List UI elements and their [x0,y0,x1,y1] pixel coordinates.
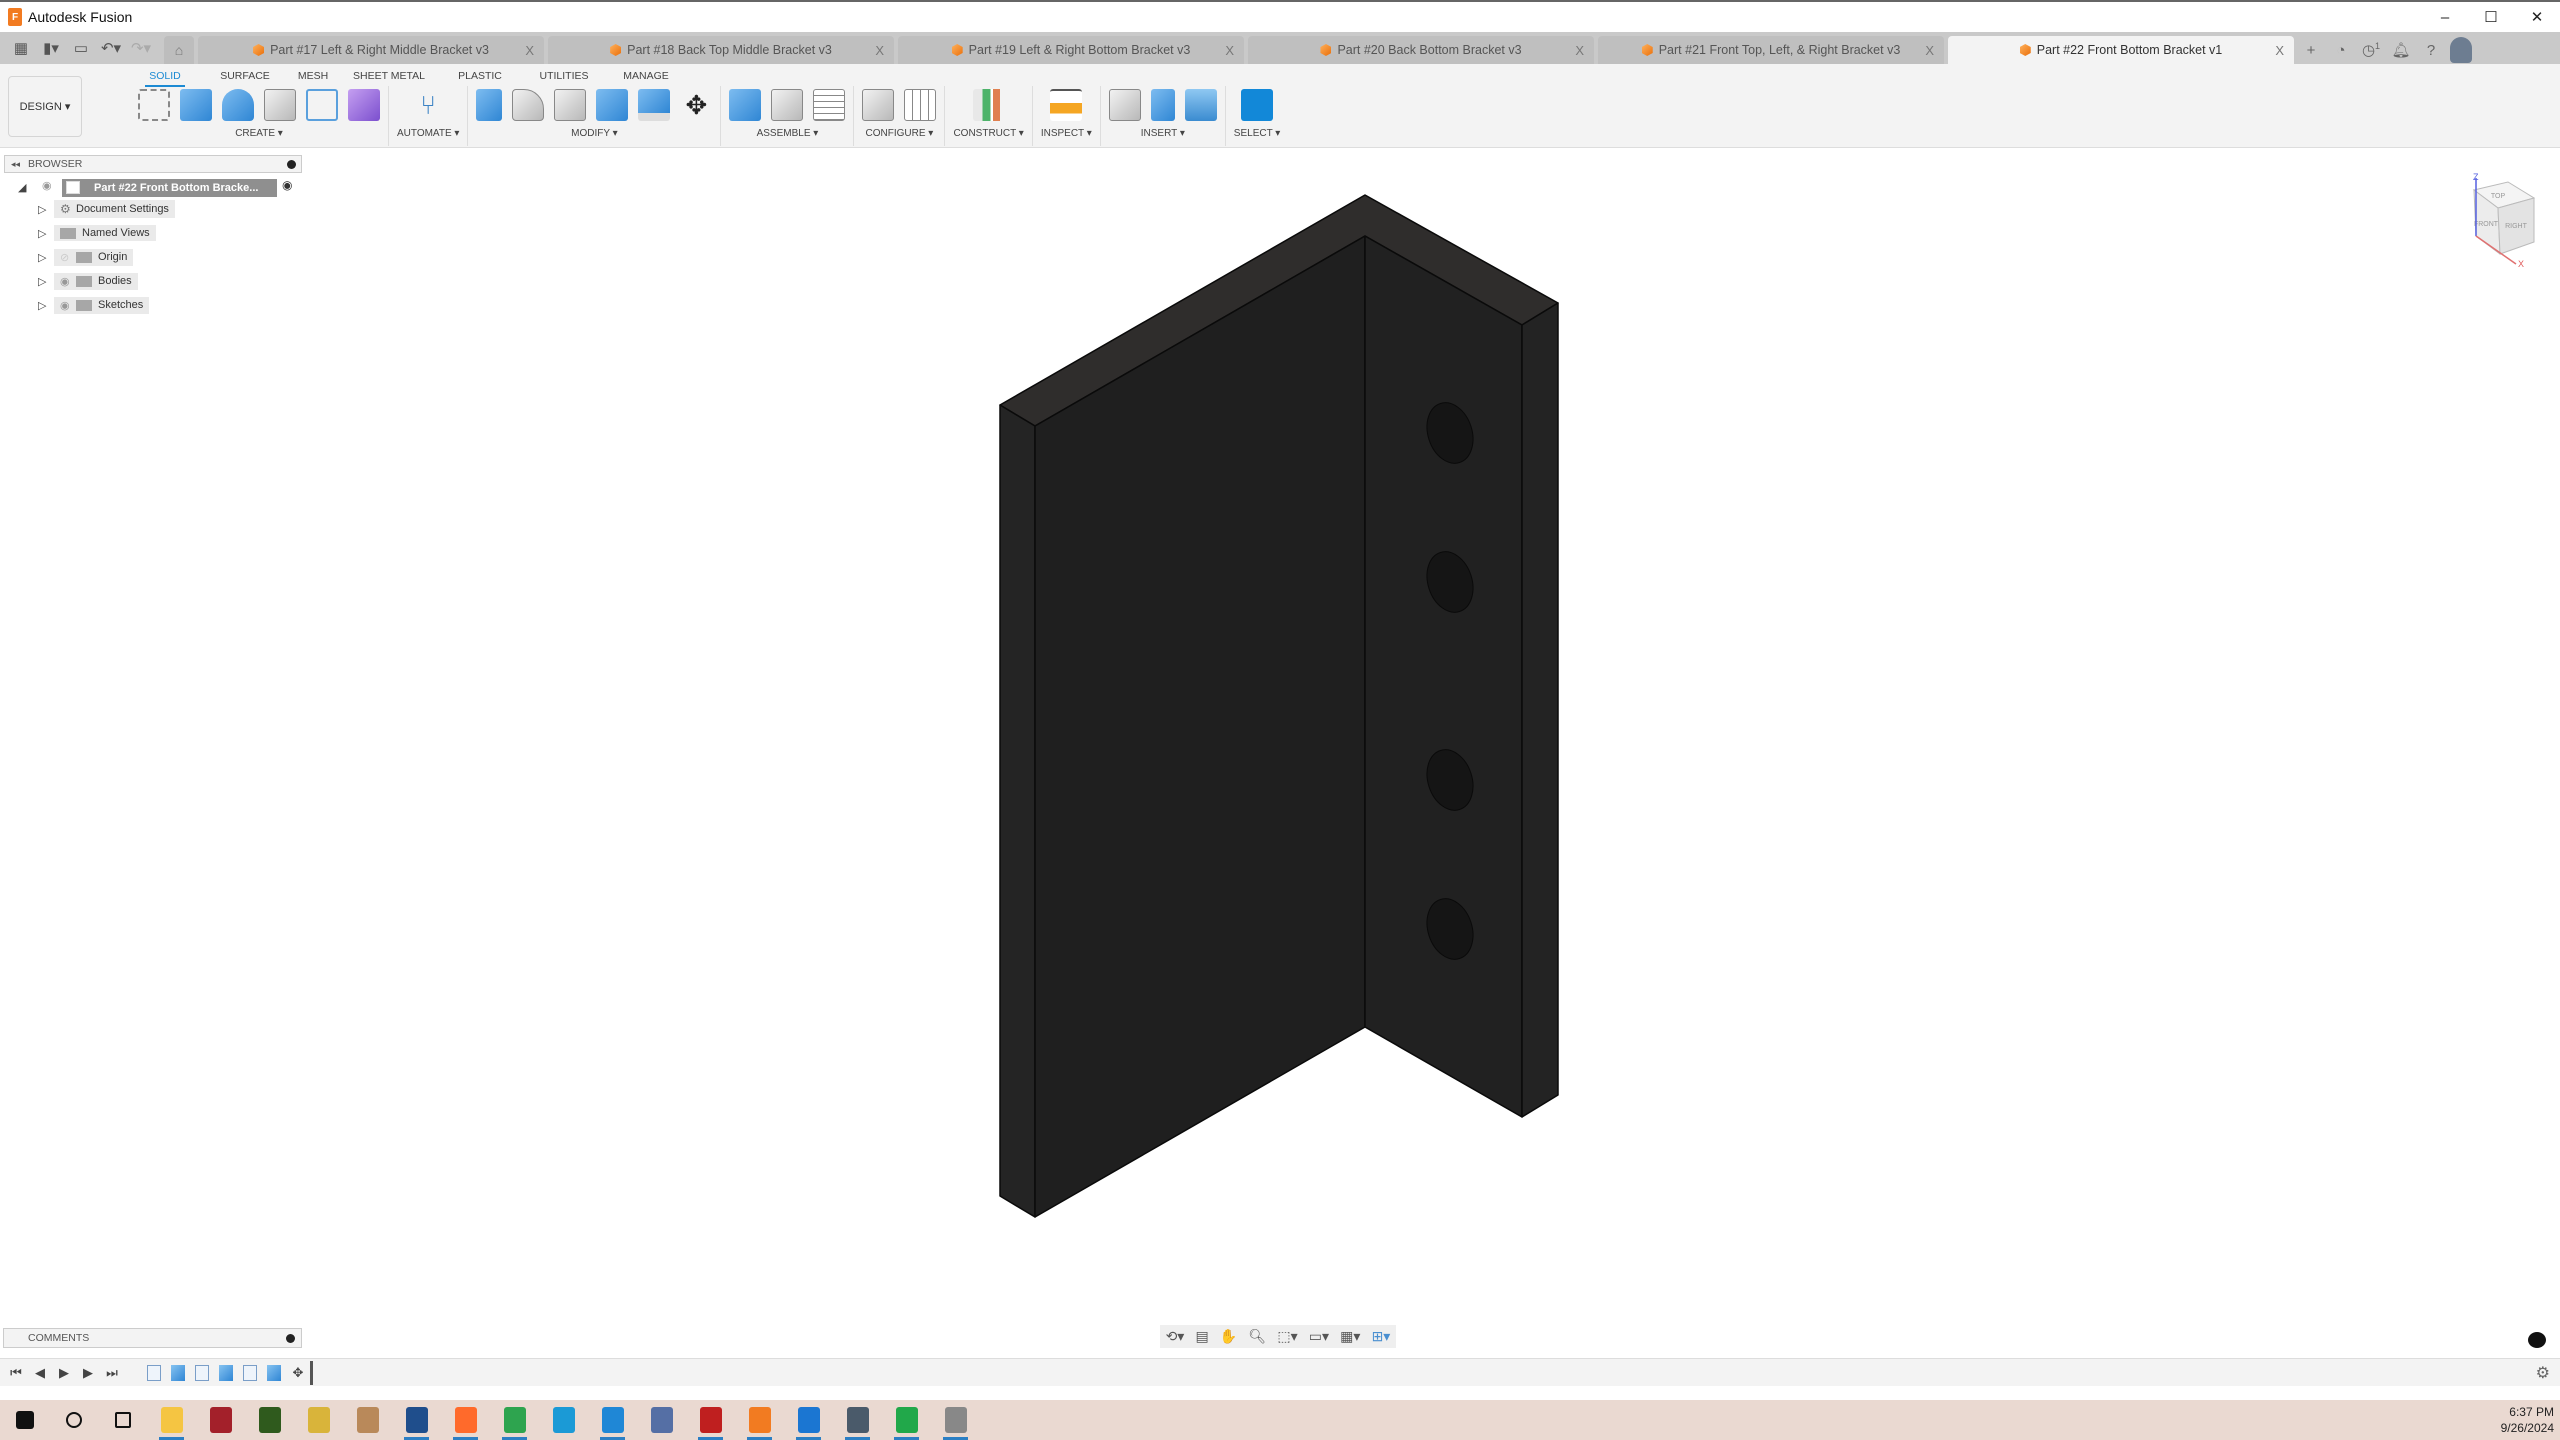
spreadsheet-icon [895,1407,918,1433]
app-c-icon [797,1407,820,1433]
taskbar-app-c[interactable] [784,1400,833,1440]
taskbar-task-view[interactable] [98,1400,147,1440]
system-clock[interactable]: 6:37 PM 9/26/2024 [2501,1404,2554,1436]
taskbar-edge[interactable] [539,1400,588,1440]
task-view-icon [114,1412,131,1428]
taskbar-app-ss[interactable] [245,1400,294,1440]
chat-icon[interactable] [2528,1332,2546,1348]
everything-search-icon [209,1407,232,1433]
timeline-sketch-feature[interactable] [195,1364,209,1381]
taskbar-fusion[interactable] [735,1400,784,1440]
windows-taskbar: 6:37 PM 9/26/2024 [0,1400,2560,1440]
taskbar-vscode[interactable] [588,1400,637,1440]
app-ss-icon [258,1407,281,1433]
fit-icon[interactable]: ⬚▾ [1277,1328,1297,1345]
pan-icon[interactable]: ✋ [1220,1328,1237,1345]
timeline-next-icon[interactable]: ▶ [76,1365,100,1381]
display-settings-icon[interactable]: ▭▾ [1309,1328,1329,1345]
chrome-icon [503,1407,526,1433]
file-explorer-icon [160,1407,183,1433]
taskbar-gimp[interactable] [931,1400,980,1440]
taskbar-calculator[interactable] [833,1400,882,1440]
start-icon [15,1411,34,1429]
timeline-extrude-feature[interactable] [267,1364,281,1381]
gimp-icon [944,1407,967,1433]
taskbar-virtualbox[interactable] [392,1400,441,1440]
vscode-icon [601,1407,624,1433]
comments-panel[interactable]: COMMENTS [3,1328,302,1348]
timeline-sketch-feature[interactable] [147,1364,161,1381]
timeline: ⏮ ◀ ▶ ▶ ⏭ ✥ ⚙ [0,1358,2560,1386]
bracket-model[interactable] [999,194,1559,1218]
search-icon [65,1412,82,1428]
edge-icon [552,1407,575,1433]
clock-time: 6:37 PM [2509,1405,2554,1419]
calculator-icon [846,1407,869,1433]
bracket-side-face [1364,235,1523,1118]
putty-icon [650,1407,673,1433]
viewcube-right-label: RIGHT [2505,223,2528,230]
app-ruler-icon [356,1407,379,1433]
timeline-sketch-feature[interactable] [243,1364,257,1381]
taskbar-everything-search[interactable] [196,1400,245,1440]
timeline-previous-icon[interactable]: ◀ [28,1365,52,1381]
orbit-icon[interactable]: ⟲▾ [1166,1328,1185,1345]
x-axis-label: X [2518,259,2524,268]
look-at-icon[interactable]: ▤ [1195,1328,1208,1345]
firefox-icon [454,1407,477,1433]
bracket-left-edge-face [999,404,1036,1218]
add-comment-icon[interactable] [286,1333,295,1343]
taskbar-chrome[interactable] [490,1400,539,1440]
timeline-settings-gear-icon[interactable]: ⚙ [2536,1363,2550,1383]
clock-date: 9/26/2024 [2500,1421,2554,1435]
taskbar-search[interactable] [49,1400,98,1440]
timeline-last-icon[interactable]: ⏭ [100,1365,124,1381]
grid-icon[interactable]: ▦▾ [1340,1328,1360,1345]
timeline-extrude-feature[interactable] [171,1364,185,1381]
timeline-move-feature[interactable]: ✥ [286,1365,310,1381]
taskbar-app-pen[interactable] [294,1400,343,1440]
viewports-icon[interactable]: ⊞▾ [1372,1328,1391,1345]
taskbar-putty[interactable] [637,1400,686,1440]
timeline-extrude-feature[interactable] [219,1364,233,1381]
viewcube-front-label: FRONT [2474,221,2499,228]
zoom-icon[interactable]: 🔍︎ [1248,1328,1266,1345]
fusion-icon [748,1407,771,1433]
taskbar-app-ruler[interactable] [343,1400,392,1440]
comments-title: COMMENTS [28,1332,90,1344]
filezilla-icon [699,1407,722,1433]
taskbar-spreadsheet[interactable] [882,1400,931,1440]
taskbar-file-explorer[interactable] [147,1400,196,1440]
timeline-play-icon[interactable]: ▶ [52,1365,76,1381]
taskbar-filezilla[interactable] [686,1400,735,1440]
timeline-first-icon[interactable]: ⏮ [4,1365,28,1381]
timeline-marker[interactable] [310,1360,313,1385]
app-pen-icon [307,1407,330,1433]
virtualbox-icon [405,1407,428,1433]
z-axis-label: Z [2473,172,2479,182]
taskbar-firefox[interactable] [441,1400,490,1440]
viewcube-top-label: TOP [2491,193,2506,200]
viewcube[interactable]: TOP FRONT RIGHT Z X [2436,168,2536,268]
bracket-right-edge-face [1521,302,1559,1118]
taskbar-start[interactable] [0,1400,49,1440]
viewport-canvas[interactable] [0,0,2560,1440]
navigation-bar: ⟲▾ ▤ ✋ 🔍︎ ⬚▾ ▭▾ ▦▾ ⊞▾ [1160,1325,1396,1348]
